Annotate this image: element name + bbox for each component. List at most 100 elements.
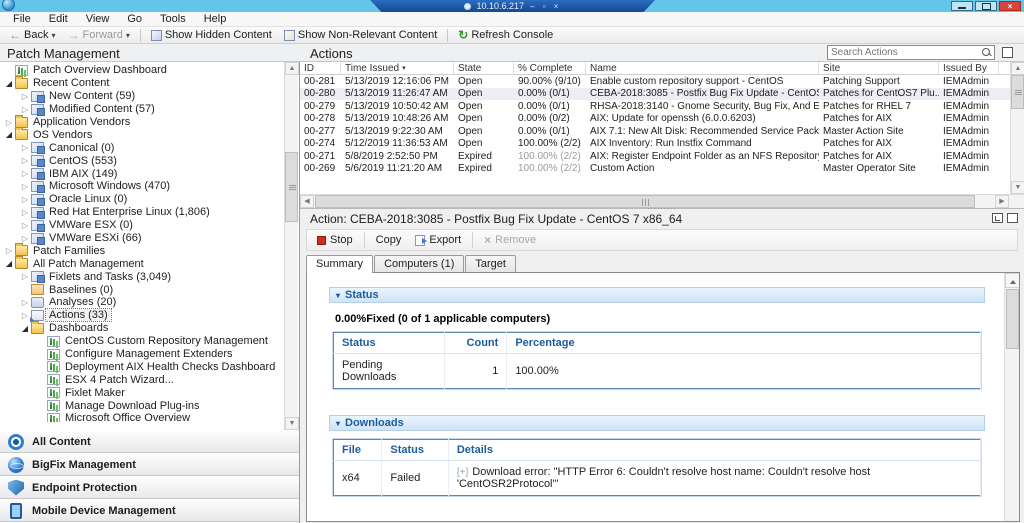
action-row-00-279[interactable]: 00-279 5/13/2019 10:50:42 AM Open 0.00% (0/…	[300, 100, 1024, 113]
action-row-00-269[interactable]: 00-269 5/6/2019 11:21:20 AM Expired 100.00%…	[300, 163, 1024, 176]
collapsed-arrow-icon[interactable]: ▷	[19, 208, 31, 217]
close-button[interactable]: ×	[999, 1, 1021, 11]
tree-item-patch-families[interactable]: ▷ Patch Families	[0, 243, 284, 257]
show-hidden-content-button[interactable]: Show Hidden Content	[146, 28, 277, 43]
menu-edit[interactable]: Edit	[40, 12, 77, 27]
tab-summary[interactable]: Summary	[306, 255, 374, 273]
back-dropdown-icon[interactable]: ▾	[51, 31, 55, 40]
column-header-complete[interactable]: % Complete	[514, 62, 586, 74]
nav-bigfix-management[interactable]: BigFix Management	[0, 453, 299, 476]
stop-button[interactable]: Stop	[311, 234, 359, 246]
expanded-arrow-icon[interactable]: ◢	[3, 130, 15, 139]
collapsed-arrow-icon[interactable]: ▷	[19, 156, 31, 165]
refresh-console-button[interactable]: ↻ Refresh Console	[453, 28, 558, 43]
tree-item-dashboards[interactable]: ◢ Dashboards	[0, 320, 284, 335]
tree-item-esx-4-patch-wizard[interactable]: ESX 4 Patch Wizard...	[0, 373, 284, 386]
collapsed-arrow-icon[interactable]: ▷	[3, 118, 15, 127]
nav-endpoint-protection[interactable]: Endpoint Protection	[0, 476, 299, 499]
tree-item-centos-553[interactable]: ▷ CentOS (553)	[0, 154, 284, 168]
tree-item-microsoft-windows-470[interactable]: ▷ Microsoft Windows (470)	[0, 180, 284, 193]
menu-tools[interactable]: Tools	[151, 12, 195, 27]
tree-item-vmware-esx-0[interactable]: ▷ VMWare ESX (0)	[0, 219, 284, 232]
tree-item-oracle-linux-0[interactable]: ▷ Oracle Linux (0)	[0, 193, 284, 206]
rdp-window-controls[interactable]: – ▫ ×	[530, 2, 561, 11]
tree-item-recent-content[interactable]: ◢ Recent Content	[0, 75, 284, 90]
column-header-issued-by[interactable]: Issued By	[939, 62, 999, 74]
tree-item-actions-33[interactable]: ▷ Actions (33)	[0, 308, 284, 323]
action-row-00-271[interactable]: 00-271 5/8/2019 2:52:50 PM Expired 100.00% …	[300, 150, 1024, 163]
forward-button[interactable]: → Forward ▾	[62, 28, 134, 43]
search-actions-box[interactable]	[827, 45, 995, 60]
scroll-up-button[interactable]: ▲	[1011, 62, 1024, 75]
collapsed-arrow-icon[interactable]: ▷	[19, 298, 31, 307]
summary-scrollbar[interactable]	[1004, 273, 1019, 521]
column-header-id[interactable]: ID	[300, 62, 341, 74]
menu-file[interactable]: File	[4, 12, 40, 27]
tree-item-centos-custom-repository-management[interactable]: CentOS Custom Repository Management	[0, 335, 284, 348]
tree-item-analyses-20[interactable]: ▷ Analyses (20)	[0, 296, 284, 309]
panel-maximize-icon[interactable]	[1002, 47, 1013, 58]
tree-item-vmware-esxi-66[interactable]: ▷ VMWare ESXi (66)	[0, 232, 284, 245]
tree-item-fixlets-and-tasks-3-049[interactable]: ▷ Fixlets and Tasks (3,049)	[0, 270, 284, 284]
summary-scroll-thumb[interactable]	[1006, 289, 1019, 349]
action-row-00-277[interactable]: 00-277 5/13/2019 9:22:30 AM Open 0.00% (0/1…	[300, 125, 1024, 138]
back-button[interactable]: ← Back ▾	[4, 28, 60, 43]
collapse-icon[interactable]: ▾	[336, 419, 340, 428]
collapsed-arrow-icon[interactable]: ▷	[19, 234, 31, 243]
horizontal-splitter[interactable]: .........	[300, 203, 1024, 211]
tree-item-application-vendors[interactable]: ▷ Application Vendors	[0, 114, 284, 129]
maximize-button[interactable]	[975, 1, 997, 11]
collapsed-arrow-icon[interactable]: ▷	[19, 143, 31, 152]
column-header-site[interactable]: Site	[819, 62, 939, 74]
menu-view[interactable]: View	[77, 12, 119, 27]
maximize-panel-icon[interactable]	[1007, 213, 1018, 223]
copy-button[interactable]: Copy	[370, 234, 408, 246]
tree-item-configure-management-extenders[interactable]: Configure Management Extenders	[0, 348, 284, 361]
downloads-section-header[interactable]: ▾ Downloads	[329, 415, 985, 431]
collapse-icon[interactable]: ▾	[336, 291, 340, 300]
expanded-arrow-icon[interactable]: ◢	[3, 259, 15, 268]
forward-dropdown-icon[interactable]: ▾	[126, 31, 130, 40]
collapsed-arrow-icon[interactable]: ▷	[19, 169, 31, 178]
collapsed-arrow-icon[interactable]: ▷	[19, 272, 31, 281]
tree-item-red-hat-enterprise-linux-1-806[interactable]: ▷ Red Hat Enterprise Linux (1,806)	[0, 206, 284, 219]
column-header-time-issued[interactable]: Time Issued ▾	[341, 62, 454, 74]
expand-error-icon[interactable]: [+]	[457, 467, 468, 478]
scroll-up-button[interactable]	[1005, 273, 1019, 288]
tree-item-microsoft-office-overview[interactable]: Microsoft Office Overview	[0, 412, 284, 422]
tree-item-manage-download-plug-ins[interactable]: Manage Download Plug-ins	[0, 399, 284, 412]
remove-button[interactable]: × Remove	[478, 233, 542, 247]
column-header-name[interactable]: Name	[586, 62, 819, 74]
tree-scrollbar[interactable]: ▲ ▼	[284, 62, 299, 430]
nav-all-content[interactable]: All Content	[0, 430, 299, 453]
tab-target[interactable]: Target	[465, 255, 516, 273]
column-header-state[interactable]: State	[454, 62, 514, 74]
collapsed-arrow-icon[interactable]: ▷	[19, 92, 31, 101]
tree-item-canonical-0[interactable]: ▷ Canonical (0)	[0, 141, 284, 155]
minimize-button[interactable]	[951, 1, 973, 11]
detach-panel-icon[interactable]	[992, 213, 1003, 223]
tree-item-all-patch-management[interactable]: ◢ All Patch Management	[0, 256, 284, 270]
actions-vscrollbar[interactable]: ▲ ▼	[1010, 62, 1024, 194]
tree-item-ibm-aix-149[interactable]: ▷ IBM AIX (149)	[0, 167, 284, 181]
tree-item-baselines-0[interactable]: Baselines (0)	[0, 283, 284, 296]
expanded-arrow-icon[interactable]: ◢	[3, 79, 15, 88]
rdp-connection-bar[interactable]: 10.10.6.217 – ▫ ×	[370, 0, 655, 12]
collapsed-arrow-icon[interactable]: ▷	[19, 105, 31, 114]
tree-item-modified-content-57[interactable]: ▷ Modified Content (57)	[0, 103, 284, 116]
action-row-00-280[interactable]: 00-280 5/13/2019 11:26:47 AM Open 0.00% (0/…	[300, 87, 1024, 100]
search-icon[interactable]	[981, 47, 992, 58]
scroll-down-button[interactable]: ▼	[1011, 181, 1024, 194]
collapsed-arrow-icon[interactable]: ▷	[19, 221, 31, 230]
expanded-arrow-icon[interactable]: ◢	[19, 324, 31, 333]
actions-vscroll-thumb[interactable]	[1011, 75, 1024, 109]
pin-icon[interactable]	[463, 2, 471, 10]
action-row-00-281[interactable]: 00-281 5/13/2019 12:16:06 PM Open 90.00% (9…	[300, 75, 1024, 88]
collapsed-arrow-icon[interactable]: ▷	[3, 246, 15, 255]
tree-scroll-thumb[interactable]	[285, 152, 298, 222]
search-input[interactable]	[828, 47, 981, 58]
tree-item-deployment-aix-health-checks-dashboard[interactable]: Deployment AIX Health Checks Dashboard	[0, 360, 284, 373]
scroll-up-button[interactable]: ▲	[285, 62, 299, 75]
menu-go[interactable]: Go	[118, 12, 151, 27]
action-row-00-278[interactable]: 00-278 5/13/2019 10:48:26 AM Open 0.00% (0/…	[300, 113, 1024, 126]
